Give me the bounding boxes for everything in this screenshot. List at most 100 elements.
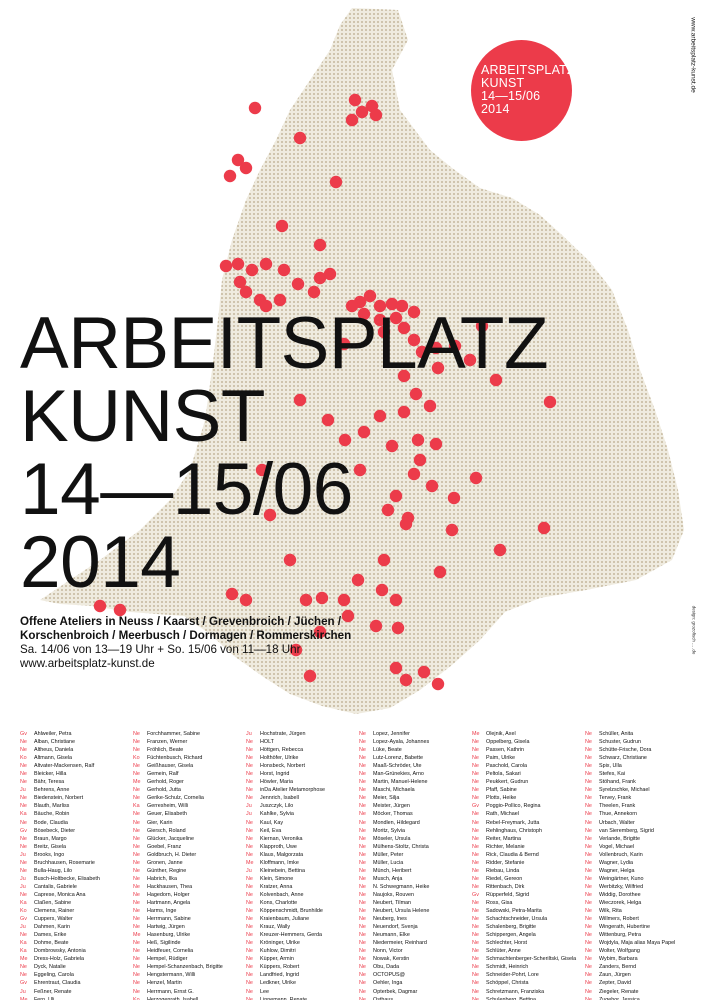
- town-abbreviation: Ne: [246, 988, 253, 995]
- artist-row: Ne Lüke, Beate: [359, 746, 471, 754]
- artist-name: Hochstrate, Jürgen: [260, 731, 306, 737]
- town-abbreviation: Ka: [20, 899, 27, 906]
- artist-name: Wagner, Lydia: [599, 859, 634, 866]
- location-marker: [338, 433, 352, 447]
- headline-dates: 14—15/06: [20, 449, 353, 530]
- town-abbreviation: Ne: [472, 795, 479, 802]
- artist-name: Müller, Peter: [373, 851, 404, 858]
- town-abbreviation: Ne: [359, 980, 366, 987]
- town-abbreviation: Ne: [585, 988, 592, 995]
- town-abbreviation: Ne: [585, 755, 592, 762]
- artist-row: Ne Gier, Karin: [133, 819, 245, 827]
- artist-row: Ne Müller, Peter: [359, 851, 471, 859]
- location-marker: [239, 161, 253, 175]
- artist-row: Ne Horst, Ingrid: [246, 770, 358, 778]
- town-abbreviation: Ne: [20, 859, 27, 866]
- artist-name: Lopez-Ayala, Johannes: [373, 739, 430, 746]
- artist-name: Kiernan, Veronika: [260, 835, 303, 842]
- town-abbreviation: Ne: [359, 964, 366, 971]
- town-abbreviation: Ne: [585, 972, 592, 979]
- artist-name: Oehler, Inga: [373, 980, 403, 987]
- town-abbreviation: Ne: [20, 763, 27, 770]
- artist-name: Paschold, Carola: [486, 763, 528, 770]
- artist-row: Ne N. Schwegmann, Heike: [359, 883, 471, 891]
- town-abbreviation: Ne: [133, 867, 140, 874]
- artist-row: Ne Zaun, Jürgen: [585, 971, 697, 979]
- town-abbreviation: Ne: [585, 739, 592, 746]
- artist-row: Ne Neuendorf, Svenja: [359, 923, 471, 931]
- side-url-text[interactable]: www.arbeitsplatz-kunst.de: [690, 17, 697, 93]
- town-abbreviation: Ne: [359, 851, 366, 858]
- artist-row: Ne Gemein, Ralf: [133, 770, 245, 778]
- artist-row: Ne Honsbeck, Norbert: [246, 762, 358, 770]
- artist-row: Ne Rehlinghaus, Christoph: [472, 827, 584, 835]
- artist-name: Klein, Simone: [260, 875, 294, 882]
- artist-name: Rick, Claudia & Bernd: [486, 851, 539, 858]
- artist-name: Henzel, Martin: [147, 980, 182, 987]
- artist-row: Me Gerhold, Roger: [133, 778, 245, 786]
- artist-row: Ju Hochstrate, Jürgen: [246, 730, 358, 738]
- artist-name: Cantalis, Gabriele: [34, 883, 77, 890]
- artist-row: Ne Vollenbruch, Karin: [585, 851, 697, 859]
- town-abbreviation: Ju: [20, 924, 26, 931]
- artist-name: Günther, Regine: [147, 867, 187, 874]
- town-abbreviation: Ne: [585, 779, 592, 786]
- artist-row: Ne Wingerath, Hubertine: [585, 923, 697, 931]
- artist-row: Ne Müller, Lucia: [359, 859, 471, 867]
- artist-name: Dress-Holz, Gabriela: [34, 956, 85, 963]
- artist-row: Ne Hempel-Schanzenbach, Brigitte: [133, 963, 245, 971]
- website-link[interactable]: www.arbeitsplatz-kunst.de: [20, 657, 155, 671]
- town-abbreviation: Ne: [359, 940, 366, 947]
- location-marker: [353, 463, 367, 477]
- location-marker: [323, 267, 337, 281]
- artist-name: Gerike-Schulz, Cornelia: [147, 795, 204, 802]
- artist-row: Ju Busch-Holtbecke, Elisabeth: [20, 875, 132, 883]
- town-abbreviation: Ne: [585, 803, 592, 810]
- town-abbreviation: Ju: [246, 867, 252, 874]
- town-abbreviation: Ne: [585, 996, 592, 1000]
- artist-name: Rath, Michael: [486, 811, 519, 818]
- town-abbreviation: Ne: [246, 835, 253, 842]
- town-abbreviation: Ne: [133, 980, 140, 987]
- location-marker: [283, 553, 297, 567]
- artist-row: Ne Pfaff, Sabine: [472, 786, 584, 794]
- town-abbreviation: Ne: [133, 763, 140, 770]
- artist-name: Wolter, Wolfgang: [599, 948, 640, 955]
- artist-name: Schütte-Frische, Dora: [599, 747, 652, 754]
- artist-row: Ne Ledkner, Ulrike: [246, 979, 358, 987]
- artist-name: Münch, Heribert: [373, 867, 412, 874]
- artist-name: Schöppel, Christa: [486, 980, 529, 987]
- artist-name: Poggio-Pollico, Regina: [486, 803, 541, 810]
- town-abbreviation: Ne: [359, 908, 366, 915]
- town-abbreviation: Ne: [133, 795, 140, 802]
- town-abbreviation: Ne: [359, 747, 366, 754]
- artist-row: Me Kloffmann, Imke: [246, 859, 358, 867]
- location-marker: [248, 101, 262, 115]
- artist-row: Ne Rebel-Freymark, Jutta: [472, 819, 584, 827]
- town-abbreviation: Ne: [472, 859, 479, 866]
- town-abbreviation: Ne: [472, 932, 479, 939]
- artist-row: Gv Cuppers, Walter: [20, 915, 132, 923]
- artist-row: Ne Obu, Dada: [359, 963, 471, 971]
- artist-row: Ne Kiernan, Veronika: [246, 835, 358, 843]
- artist-name: Schlüter, Anne: [486, 948, 521, 955]
- town-abbreviation: Ne: [359, 875, 366, 882]
- town-abbreviation: Ne: [359, 755, 366, 762]
- town-abbreviation: Ne: [472, 867, 479, 874]
- artist-row: Ne Ross, Gisa: [472, 899, 584, 907]
- town-abbreviation: Ko: [20, 755, 27, 762]
- town-abbreviation: Ne: [246, 843, 253, 850]
- artist-name: Alban, Christiane: [34, 739, 76, 746]
- artist-name: Glücker, Jacqueline: [147, 835, 195, 842]
- location-marker: [293, 393, 307, 407]
- town-abbreviation: Ne: [20, 843, 27, 850]
- town-abbreviation: Ne: [133, 819, 140, 826]
- artist-name: Riedel, Gereon: [486, 875, 523, 882]
- town-abbreviation: Ne: [246, 972, 253, 979]
- artist-name: Jennrich, Isabell: [260, 795, 299, 802]
- location-marker: [447, 491, 461, 505]
- artist-name: Ross, Gisa: [486, 899, 513, 906]
- artist-name: Gemein, Ralf: [147, 771, 179, 778]
- town-abbreviation: Ne: [246, 851, 253, 858]
- location-marker: [423, 399, 437, 413]
